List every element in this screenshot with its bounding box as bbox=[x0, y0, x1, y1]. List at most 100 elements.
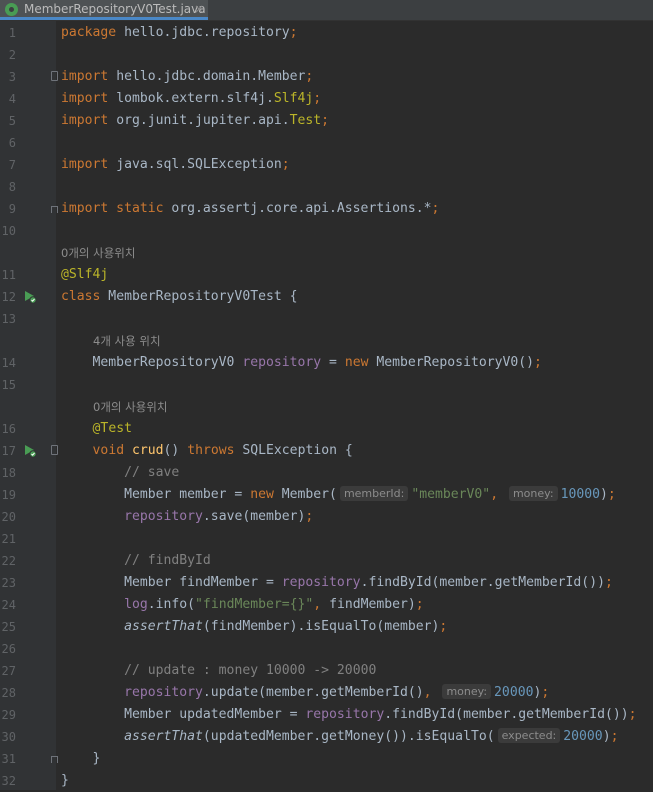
code-line: 25 assertThat(findMember).isEqualTo(memb… bbox=[0, 616, 653, 638]
code-text: Member member = new Member(memberId: "mem… bbox=[61, 484, 616, 506]
code-token: void bbox=[92, 443, 125, 458]
code-token: import bbox=[61, 113, 109, 128]
code-line: 4 import lombok.extern.slf4j.Slf4j; bbox=[0, 88, 653, 110]
parameter-hint: money: bbox=[442, 684, 492, 699]
code-token: class bbox=[61, 289, 101, 304]
fold-marker-icon[interactable] bbox=[51, 756, 58, 763]
line-number: 18 bbox=[1, 466, 16, 480]
code-token: Slf4j bbox=[273, 91, 314, 106]
code-token: // update : money 10000 -> 20000 bbox=[124, 663, 377, 678]
line-number: 16 bbox=[1, 422, 16, 436]
code-token: (updatedMember.getMoney()).isEqualTo( bbox=[202, 729, 495, 744]
code-token: ) bbox=[600, 487, 608, 502]
code-token: SQLException { bbox=[234, 443, 353, 458]
code-line: 32} bbox=[0, 770, 653, 792]
usage-hint-line: 0개의 사용위치 bbox=[0, 242, 653, 264]
code-token: ; bbox=[415, 597, 424, 612]
code-token: assertThat bbox=[124, 619, 203, 634]
code-line: 22 // findById bbox=[0, 550, 653, 572]
code-line: 18 // save bbox=[0, 462, 653, 484]
run-test-icon[interactable] bbox=[23, 444, 37, 458]
code-text: // save bbox=[61, 462, 179, 484]
line-number: 22 bbox=[1, 554, 16, 568]
code-line: 7 import java.sql.SQLException; bbox=[0, 154, 653, 176]
code-token: } bbox=[61, 773, 69, 788]
code-token: log bbox=[124, 597, 148, 612]
line-number: 28 bbox=[1, 686, 16, 700]
code-line: 12 class MemberRepositoryV0Test { bbox=[0, 286, 653, 308]
code-text: @Slf4j bbox=[61, 264, 108, 286]
code-token: // findById bbox=[124, 553, 211, 568]
code-text: import hello.jdbc.domain.Member; bbox=[61, 66, 313, 88]
code-line: 17 void crud() throws SQLException { bbox=[0, 440, 653, 462]
line-number: 30 bbox=[1, 730, 16, 744]
code-token: MemberRepositoryV0() bbox=[368, 355, 535, 370]
fold-marker-icon[interactable] bbox=[51, 445, 58, 455]
code-line: 10 bbox=[0, 220, 653, 242]
line-number: 17 bbox=[1, 444, 16, 458]
code-line: 30 assertThat(updatedMember.getMoney()).… bbox=[0, 726, 653, 748]
code-token: ; bbox=[534, 355, 542, 370]
code-text: repository.update(member.getMemberId(), … bbox=[61, 682, 549, 704]
code-token: Member member = bbox=[61, 487, 251, 502]
code-text: // update : money 10000 -> 20000 bbox=[61, 660, 376, 682]
code-line: 19 Member member = new Member(memberId: "… bbox=[0, 484, 653, 506]
code-text: import static org.assertj.core.api.Asser… bbox=[61, 198, 439, 220]
code-line: 15 bbox=[0, 374, 653, 396]
code-token: org.junit.jupiter.api. bbox=[108, 113, 290, 128]
code-token: "memberV0" bbox=[411, 487, 491, 502]
close-tab-icon[interactable]: × bbox=[194, 2, 204, 16]
line-number: 19 bbox=[1, 488, 16, 502]
code-text: assertThat(updatedMember.getMoney()).isE… bbox=[61, 726, 618, 748]
code-editor[interactable]: 1 package hello.jdbc.repository; 2 3 import … bbox=[0, 22, 653, 792]
code-text: Member updatedMember = repository.findBy… bbox=[61, 704, 636, 726]
code-line: 13 bbox=[0, 308, 653, 330]
code-text: Member findMember = repository.findById(… bbox=[61, 572, 613, 594]
code-line: 6 bbox=[0, 132, 653, 154]
fold-marker-icon[interactable] bbox=[51, 71, 58, 81]
parameter-hint: expected: bbox=[497, 728, 561, 743]
run-test-icon[interactable] bbox=[23, 290, 37, 304]
line-number: 5 bbox=[8, 114, 16, 128]
code-text: package hello.jdbc.repository; bbox=[61, 22, 298, 44]
line-number: 12 bbox=[1, 290, 16, 304]
fold-marker-icon[interactable] bbox=[51, 206, 58, 213]
editor-tab[interactable]: MemberRepositoryV0Test.java × bbox=[0, 0, 208, 20]
code-token: .findById(member.getMemberId()) bbox=[360, 575, 605, 590]
line-number: 13 bbox=[1, 312, 16, 326]
usage-hint-line: 4개 사용 위치 bbox=[0, 330, 653, 352]
code-token: ; bbox=[321, 113, 330, 128]
code-line: 29 Member updatedMember = repository.fin… bbox=[0, 704, 653, 726]
code-token: 10000 bbox=[560, 487, 600, 502]
code-text: log.info("findMember={}", findMember); bbox=[61, 594, 424, 616]
usage-hint[interactable]: 4개 사용 위치 bbox=[93, 330, 161, 352]
usage-hint[interactable]: 0개의 사용위치 bbox=[93, 396, 167, 418]
code-token: 20000 bbox=[494, 685, 534, 700]
code-token: ; bbox=[604, 575, 613, 590]
line-number: 20 bbox=[1, 510, 16, 524]
code-line: 8 bbox=[0, 176, 653, 198]
code-text: import lombok.extern.slf4j.Slf4j; bbox=[61, 88, 321, 110]
code-token: new bbox=[344, 355, 369, 370]
code-token: repository bbox=[124, 509, 203, 524]
code-line: 31 } bbox=[0, 748, 653, 770]
line-number: 14 bbox=[1, 356, 16, 370]
line-number: 9 bbox=[8, 202, 16, 216]
code-line: 11 @Slf4j bbox=[0, 264, 653, 286]
usage-hint-line: 0개의 사용위치 bbox=[0, 396, 653, 418]
code-token: MemberRepositoryV0Test { bbox=[100, 289, 298, 304]
code-token: import bbox=[61, 91, 109, 106]
code-text: import org.junit.jupiter.api.Test; bbox=[61, 110, 329, 132]
code-text: @Test bbox=[61, 418, 132, 440]
line-number: 29 bbox=[1, 708, 16, 722]
usage-hint[interactable]: 0개의 사용위치 bbox=[61, 242, 135, 264]
line-number: 10 bbox=[1, 224, 16, 238]
code-token: .findById(member.getMemberId()) bbox=[384, 707, 629, 722]
java-class-icon bbox=[5, 3, 18, 16]
code-token: .update(member.getMemberId() bbox=[202, 685, 424, 700]
